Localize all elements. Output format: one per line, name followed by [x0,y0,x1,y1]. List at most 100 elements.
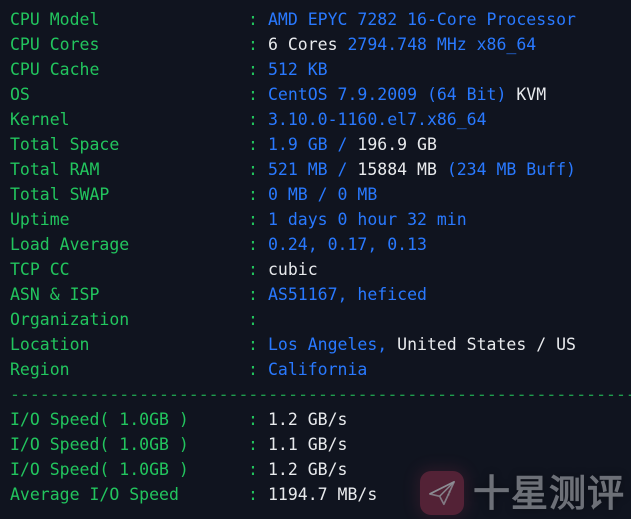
field-colon: : [248,460,258,479]
io-speed-value-segment: 1.1 GB/s [268,435,348,454]
system-info-value: 512 KB [268,57,631,82]
field-colon: : [248,435,258,454]
field-colon: : [248,160,258,179]
system-info-row: Total RAM:521 MB / 15884 MB (234 MB Buff… [0,157,631,182]
io-speed-row: I/O Speed( 1.0GB ):1.2 GB/s [0,457,631,482]
system-info-value-segment: 1.9 GB / [268,135,358,154]
system-info-value-segment: KVM [516,85,547,104]
system-info-value-segment: (234 MB Buff) [446,160,576,179]
system-info-label: Kernel [10,110,70,129]
io-speed-value: 1194.7 MB/s [268,482,631,507]
io-speed-value-segment: 1.2 GB/s [268,460,348,479]
field-colon: : [248,235,258,254]
system-info-value-segment: 0.24, 0.17, 0.13 [268,235,427,254]
system-info-label: Organization [10,310,130,329]
field-colon: : [248,10,258,29]
system-info-row: OS: CentOS 7.9.2009 (64 Bit) KVM [0,82,631,107]
system-info-row: TCP CC: cubic [0,257,631,282]
system-info-value-segment: 521 MB / [268,160,358,179]
io-speed-label: Average I/O Speed [10,485,179,504]
system-info-value: California [268,357,631,382]
system-info-value: 1 days 0 hour 32 min [268,207,631,232]
io-speed-label: I/O Speed( 1.0GB ) [10,460,189,479]
io-speed-row: Average I/O Speed:1194.7 MB/s [0,482,631,507]
system-info-value-segment: 15884 MB [357,160,447,179]
system-info-value: AS51167, heficed [268,282,631,307]
system-info-value-segment: California [268,360,368,379]
system-info-value-segment: CentOS 7.9.2009 (64 Bit) [268,85,517,104]
field-colon: : [248,60,258,79]
system-info-row: Organization: [0,307,631,332]
field-colon: : [248,185,258,204]
section-divider: ----------------------------------------… [10,385,631,404]
system-info-row: Load Average:0.24, 0.17, 0.13 [0,232,631,257]
io-speed-label: I/O Speed( 1.0GB ) [10,435,189,454]
io-speed-row: I/O Speed( 1.0GB ):1.1 GB/s [0,432,631,457]
system-info-value: 0.24, 0.17, 0.13 [268,232,631,257]
system-info-label: Region [10,360,70,379]
system-info-label: ASN & ISP [10,285,100,304]
system-info-label: Total Space [10,135,120,154]
system-info-value: 1.9 GB / 196.9 GB [268,132,631,157]
field-colon: : [248,335,258,354]
io-speed-value-segment: 1.2 GB/s [268,410,348,429]
system-info-value: 6 Cores 2794.748 MHz x86_64 [268,32,631,57]
system-info-value: CentOS 7.9.2009 (64 Bit) KVM [268,82,631,107]
io-speed-value: 1.1 GB/s [268,432,631,457]
system-info-row: Total SWAP:0 MB / 0 MB [0,182,631,207]
system-info-row: Total Space:1.9 GB / 196.9 GB [0,132,631,157]
system-info-value: 521 MB / 15884 MB (234 MB Buff) [268,157,631,182]
system-info-label: Location [10,335,90,354]
field-colon: : [248,210,258,229]
terminal-window: CPU Model: AMD EPYC 7282 16-Core Processo… [0,0,631,519]
system-info-label: Load Average [10,235,130,254]
system-info-label: OS [10,85,30,104]
system-info-value-segment: cubic [268,260,318,279]
system-info-label: CPU Cache [10,60,100,79]
field-colon: : [248,35,258,54]
system-info-value: Los Angeles, United States / US [268,332,631,357]
system-info-value: AMD EPYC 7282 16-Core Processor [268,7,631,32]
system-info-value-segment: AS51167, heficed [268,285,427,304]
system-info-value: 3.10.0-1160.el7.x86_64 [268,107,631,132]
system-info-row: ASN & ISP: AS51167, heficed [0,282,631,307]
system-info-value-segment: AMD EPYC 7282 16-Core Processor [268,10,576,29]
system-info-value-segment: 512 KB [268,60,328,79]
system-info-value-segment: 196.9 GB [357,135,437,154]
io-speed-value: 1.2 GB/s [268,457,631,482]
system-info-value-segment: 3.10.0-1160.el7.x86_64 [268,110,487,129]
io-speed-row: I/O Speed( 1.0GB ):1.2 GB/s [0,407,631,432]
system-info-row: Region: California [0,357,631,382]
system-info-section: CPU Model: AMD EPYC 7282 16-Core Processo… [0,7,631,382]
field-colon: : [248,85,258,104]
system-info-label: Total RAM [10,160,100,179]
system-info-value-segment: United States / US [397,335,576,354]
system-info-value-segment: 6 Cores [268,35,348,54]
system-info-label: Total SWAP [10,185,110,204]
io-speed-value-segment: 1194.7 MB/s [268,485,378,504]
field-colon: : [248,135,258,154]
field-colon: : [248,110,258,129]
field-colon: : [248,285,258,304]
system-info-value: cubic [268,257,631,282]
io-speed-section: I/O Speed( 1.0GB ):1.2 GB/s I/O Speed( 1.… [0,407,631,507]
io-speed-value: 1.2 GB/s [268,407,631,432]
system-info-row: Uptime:1 days 0 hour 32 min [0,207,631,232]
system-info-label: TCP CC [10,260,70,279]
system-info-row: CPU Cores:6 Cores 2794.748 MHz x86_64 [0,32,631,57]
system-info-value-segment: 1 days 0 hour 32 min [268,210,467,229]
field-colon: : [248,260,258,279]
field-colon: : [248,310,258,329]
field-colon: : [248,360,258,379]
system-info-row: Location: Los Angeles, United States / US [0,332,631,357]
field-colon: : [248,410,258,429]
system-info-row: Kernel:3.10.0-1160.el7.x86_64 [0,107,631,132]
system-info-row: CPU Model: AMD EPYC 7282 16-Core Processo… [0,7,631,32]
field-colon: : [248,485,258,504]
io-speed-label: I/O Speed( 1.0GB ) [10,410,189,429]
system-info-label: Uptime [10,210,70,229]
system-info-value-segment: 0 MB / 0 MB [268,185,378,204]
system-info-value: 0 MB / 0 MB [268,182,631,207]
system-info-label: CPU Model [10,10,100,29]
system-info-value-segment: 2794.748 MHz x86_64 [347,35,537,54]
